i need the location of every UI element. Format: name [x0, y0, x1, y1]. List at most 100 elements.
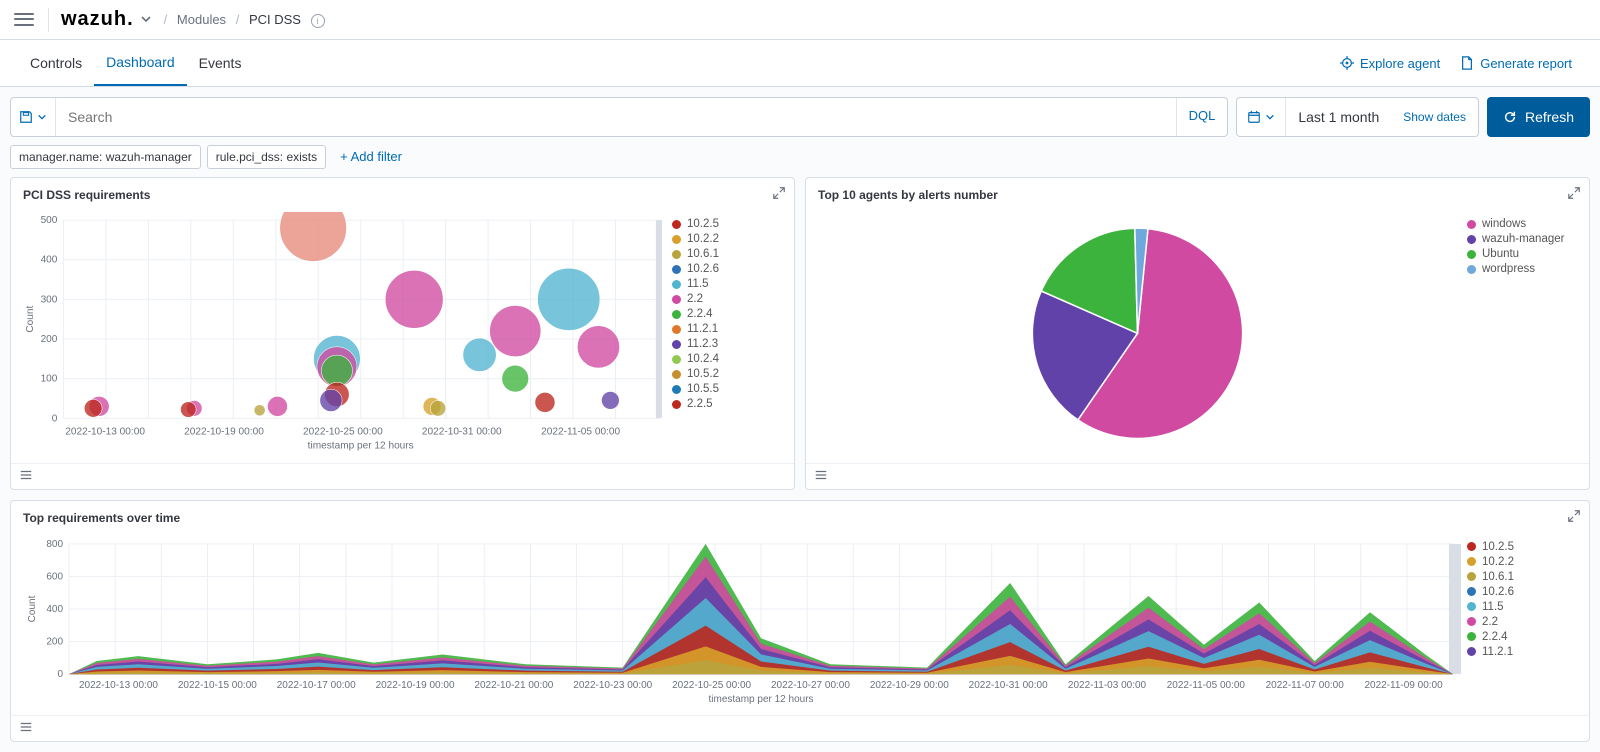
legend-swatch — [1467, 557, 1476, 566]
query-bar: DQL Last 1 month Show dates Refresh — [0, 87, 1600, 137]
legend-item[interactable]: 2.2.4 — [1467, 631, 1571, 643]
panel-title: Top 10 agents by alerts number — [806, 178, 1589, 212]
svg-text:2022-10-31 00:00: 2022-10-31 00:00 — [422, 426, 502, 437]
legend-item[interactable]: 10.6.1 — [672, 248, 776, 260]
top-bar: wazuh. / Modules / PCI DSS i — [0, 0, 1600, 40]
svg-text:2022-10-29 00:00: 2022-10-29 00:00 — [870, 680, 949, 691]
filter-pill[interactable]: manager.name: wazuh-manager — [10, 145, 201, 169]
legend-swatch — [1467, 647, 1476, 656]
svg-text:100: 100 — [41, 374, 58, 385]
expand-icon[interactable] — [772, 186, 786, 203]
search-input[interactable] — [56, 98, 1176, 136]
svg-text:2022-11-05 00:00: 2022-11-05 00:00 — [1167, 680, 1246, 691]
dql-toggle[interactable]: DQL — [1176, 98, 1228, 136]
legend-item[interactable]: 2.2.5 — [672, 398, 776, 410]
legend-swatch — [1467, 602, 1476, 611]
legend-label: 10.2.5 — [1482, 541, 1514, 553]
tab-controls[interactable]: Controls — [18, 41, 94, 85]
search-container: DQL — [10, 97, 1228, 137]
legend-item[interactable]: 10.2.2 — [672, 233, 776, 245]
legend-swatch — [672, 265, 681, 274]
filter-pill[interactable]: rule.pci_dss: exists — [207, 145, 326, 169]
legend-swatch — [1467, 220, 1476, 229]
legend-item[interactable]: 11.5 — [672, 278, 776, 290]
legend-item[interactable]: 10.2.6 — [1467, 586, 1571, 598]
show-dates-link[interactable]: Show dates — [1391, 110, 1478, 124]
legend-item[interactable]: 10.2.2 — [1467, 556, 1571, 568]
list-icon[interactable] — [814, 469, 828, 485]
list-icon[interactable] — [19, 469, 33, 485]
svg-text:400: 400 — [46, 604, 63, 615]
legend-swatch — [1467, 265, 1476, 274]
legend-label: wordpress — [1482, 263, 1535, 275]
legend-item[interactable]: 11.2.3 — [672, 338, 776, 350]
expand-icon[interactable] — [1567, 509, 1581, 526]
legend-item[interactable]: windows — [1467, 218, 1571, 230]
legend-swatch — [672, 355, 681, 364]
tab-dashboard[interactable]: Dashboard — [94, 40, 187, 86]
legend-label: 2.2.4 — [687, 308, 713, 320]
legend-item[interactable]: 10.2.5 — [1467, 541, 1571, 553]
legend-swatch — [672, 310, 681, 319]
legend-label: 10.2.4 — [687, 353, 719, 365]
svg-text:2022-10-25 00:00: 2022-10-25 00:00 — [303, 426, 383, 437]
svg-text:200: 200 — [41, 334, 58, 345]
date-range-label[interactable]: Last 1 month — [1286, 109, 1391, 125]
legend-item[interactable]: 10.5.5 — [672, 383, 776, 395]
svg-text:300: 300 — [41, 294, 58, 305]
legend-item[interactable]: wordpress — [1467, 263, 1571, 275]
legend-swatch — [672, 235, 681, 244]
legend-item[interactable]: 10.5.2 — [672, 368, 776, 380]
panel-top-requirements-time: Top requirements over time 0200400600800… — [10, 500, 1590, 742]
svg-text:2022-10-31 00:00: 2022-10-31 00:00 — [969, 680, 1048, 691]
legend-item[interactable]: wazuh-manager — [1467, 233, 1571, 245]
legend-item[interactable]: 11.2.1 — [672, 323, 776, 335]
list-icon[interactable] — [19, 721, 33, 737]
breadcrumb-parent[interactable]: Modules — [177, 12, 226, 27]
svg-text:2022-10-13 00:00: 2022-10-13 00:00 — [79, 680, 158, 691]
legend-label: 2.2 — [1482, 616, 1498, 628]
legend: 10.2.5 10.2.2 10.6.1 10.2.6 11.5 2.2 2.2.4 11.2… — [1461, 535, 1581, 707]
legend-swatch — [672, 385, 681, 394]
legend-swatch — [1467, 587, 1476, 596]
legend-label: 11.2.1 — [1482, 646, 1513, 658]
legend-swatch — [672, 325, 681, 334]
svg-text:800: 800 — [46, 539, 63, 550]
legend-item[interactable]: 2.2 — [1467, 616, 1571, 628]
legend-label: 10.6.1 — [1482, 571, 1514, 583]
legend-swatch — [672, 295, 681, 304]
refresh-button[interactable]: Refresh — [1487, 97, 1590, 137]
calendar-icon — [1247, 110, 1261, 124]
svg-text:2022-10-21 00:00: 2022-10-21 00:00 — [474, 680, 553, 691]
legend-swatch — [672, 280, 681, 289]
legend-item[interactable]: 10.2.6 — [672, 263, 776, 275]
svg-text:2022-10-17 00:00: 2022-10-17 00:00 — [277, 680, 356, 691]
svg-text:timestamp per 12 hours: timestamp per 12 hours — [708, 694, 813, 705]
legend-item[interactable]: Ubuntu — [1467, 248, 1571, 260]
tab-events[interactable]: Events — [187, 41, 254, 85]
legend-item[interactable]: 11.2.1 — [1467, 646, 1571, 658]
legend-swatch — [1467, 572, 1476, 581]
brand-logo[interactable]: wazuh. — [61, 8, 134, 31]
legend-item[interactable]: 11.5 — [1467, 601, 1571, 613]
generate-report-link[interactable]: Generate report — [1450, 56, 1582, 71]
legend-item[interactable]: 2.2 — [672, 293, 776, 305]
legend-item[interactable]: 10.2.5 — [672, 218, 776, 230]
menu-icon[interactable] — [12, 8, 36, 32]
chevron-down-icon[interactable] — [140, 12, 152, 28]
legend-label: 2.2.4 — [1482, 631, 1508, 643]
legend-label: 10.2.6 — [1482, 586, 1514, 598]
calendar-button[interactable] — [1237, 98, 1286, 136]
svg-text:400: 400 — [41, 255, 58, 266]
legend-item[interactable]: 2.2.4 — [672, 308, 776, 320]
add-filter-button[interactable]: + Add filter — [332, 145, 410, 169]
expand-icon[interactable] — [1567, 186, 1581, 203]
legend-label: 10.6.1 — [687, 248, 719, 260]
explore-agent-link[interactable]: Explore agent — [1330, 56, 1450, 71]
legend-item[interactable]: 10.2.4 — [672, 353, 776, 365]
saved-query-button[interactable] — [11, 98, 56, 136]
legend-swatch — [672, 250, 681, 259]
info-icon[interactable]: i — [311, 14, 325, 28]
chart-pie: windows wazuh-manager Ubuntu wordpress — [806, 212, 1589, 463]
legend-item[interactable]: 10.6.1 — [1467, 571, 1571, 583]
